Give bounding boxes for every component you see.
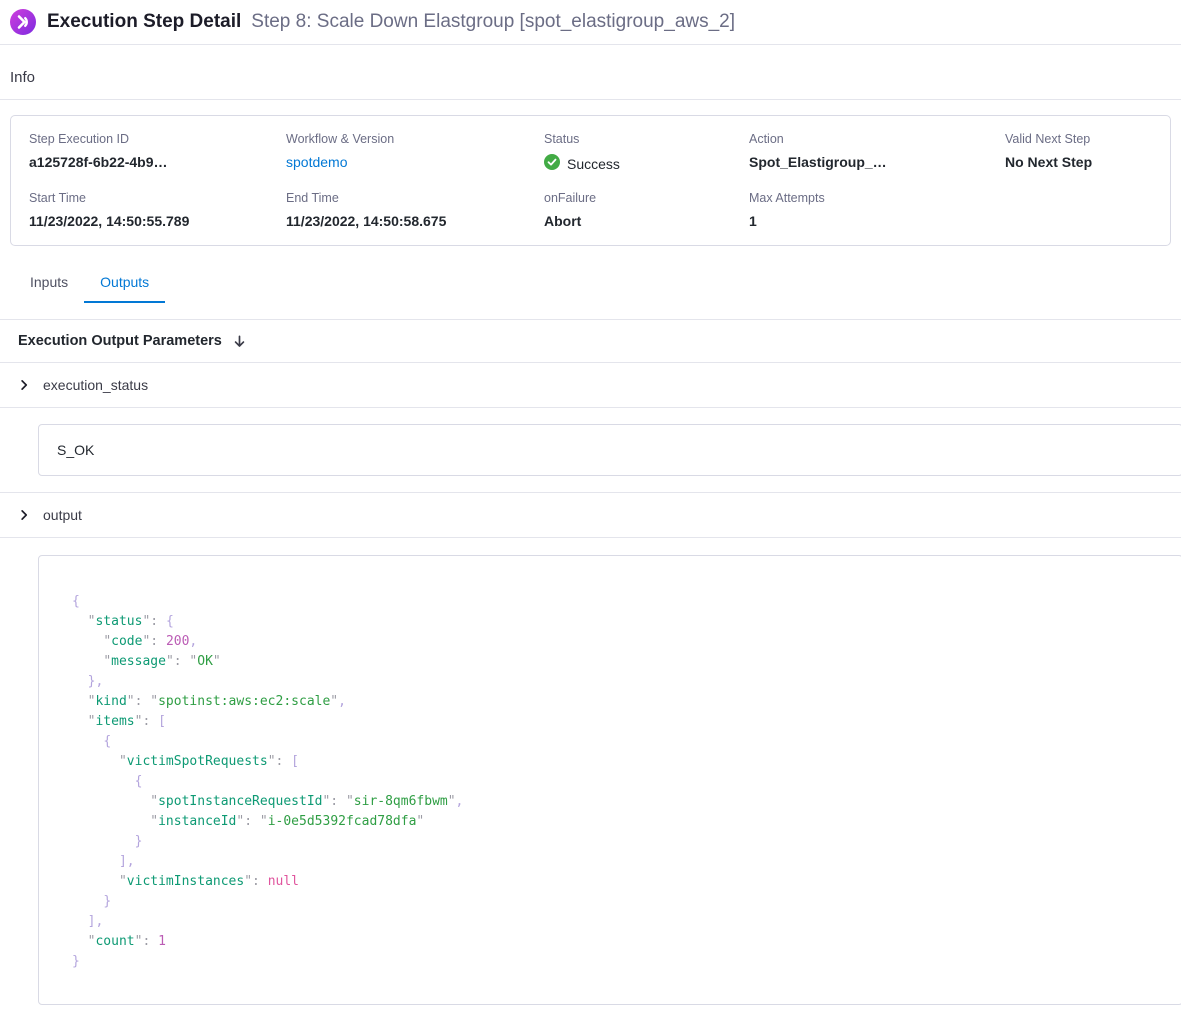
- output-parameters-header: Execution Output Parameters: [0, 320, 1181, 363]
- field-label: Valid Next Step: [1005, 132, 1152, 146]
- field-label: onFailure: [544, 191, 749, 205]
- section-execution-status[interactable]: execution_status: [0, 363, 1181, 408]
- field-status: Status Success: [544, 132, 749, 173]
- page-title: Execution Step Detail: [47, 11, 241, 33]
- status-badge: Success: [544, 154, 749, 173]
- field-start-time: Start Time 11/23/2022, 14:50:55.789: [29, 191, 286, 229]
- field-end-time: End Time 11/23/2022, 14:50:58.675: [286, 191, 544, 229]
- execution-status-value: S_OK: [57, 442, 94, 458]
- execution-status-value-box: S_OK: [38, 424, 1181, 476]
- json-code-line: ],: [72, 852, 1162, 872]
- tab-outputs[interactable]: Outputs: [84, 264, 165, 303]
- json-code-line: "items": [: [72, 712, 1162, 732]
- field-value: No Next Step: [1005, 154, 1152, 170]
- section-output[interactable]: output: [0, 493, 1181, 538]
- chevron-right-icon: [18, 509, 30, 521]
- chevron-right-icon: [18, 379, 30, 391]
- json-code-line: "instanceId": "i-0e5d5392fcad78dfa": [72, 812, 1162, 832]
- field-label: Action: [749, 132, 1005, 146]
- json-code-line: "victimInstances": null: [72, 872, 1162, 892]
- success-check-icon: [544, 154, 560, 173]
- json-code-line: "spotInstanceRequestId": "sir-8qm6fbwm",: [72, 792, 1162, 812]
- info-card: Step Execution ID a125728f-6b22-4b9… Wor…: [10, 115, 1171, 246]
- page-subtitle: Step 8: Scale Down Elastgroup [spot_elas…: [251, 11, 735, 33]
- json-code-line: "code": 200,: [72, 632, 1162, 652]
- field-value: 11/23/2022, 14:50:55.789: [29, 213, 286, 229]
- field-onfailure: onFailure Abort: [544, 191, 749, 229]
- field-label: Max Attempts: [749, 191, 1005, 205]
- section-name: execution_status: [43, 377, 148, 393]
- json-code-line: "kind": "spotinst:aws:ec2:scale",: [72, 692, 1162, 712]
- json-code-line: "victimSpotRequests": [: [72, 752, 1162, 772]
- header: Execution Step Detail Step 8: Scale Down…: [0, 0, 1181, 45]
- json-code-line: }: [72, 952, 1162, 972]
- json-code-line: {: [72, 772, 1162, 792]
- json-code-line: }: [72, 832, 1162, 852]
- json-code-line: }: [72, 892, 1162, 912]
- workflow-link[interactable]: spotdemo: [286, 154, 544, 170]
- json-code-line: {: [72, 592, 1162, 612]
- harness-logo-icon[interactable]: [10, 9, 36, 35]
- section-name: output: [43, 507, 82, 523]
- field-value: a125728f-6b22-4b9…: [29, 154, 286, 170]
- output-json: { "status": { "code": 200, "message": "O…: [38, 555, 1181, 1005]
- json-code-line: ],: [72, 912, 1162, 932]
- field-value: 1: [749, 213, 1005, 229]
- field-max-attempts: Max Attempts 1: [749, 191, 1005, 229]
- field-label: Workflow & Version: [286, 132, 544, 146]
- status-text: Success: [567, 156, 620, 172]
- io-tabs: Inputs Outputs: [0, 264, 1181, 303]
- arrow-down-icon[interactable]: [232, 334, 247, 349]
- field-value: 11/23/2022, 14:50:58.675: [286, 213, 544, 229]
- field-action: Action Spot_Elastigroup_…: [749, 132, 1005, 173]
- field-label: Start Time: [29, 191, 286, 205]
- field-label: Status: [544, 132, 749, 146]
- field-workflow-version: Workflow & Version spotdemo: [286, 132, 544, 173]
- tab-inputs[interactable]: Inputs: [14, 264, 84, 303]
- json-code-line: "count": 1: [72, 932, 1162, 952]
- field-label: End Time: [286, 191, 544, 205]
- output-parameters-title: Execution Output Parameters: [18, 333, 222, 349]
- json-code-line: "status": {: [72, 612, 1162, 632]
- field-label: Step Execution ID: [29, 132, 286, 146]
- field-value: Spot_Elastigroup_…: [749, 154, 1005, 170]
- json-code-line: {: [72, 732, 1162, 752]
- field-valid-next-step: Valid Next Step No Next Step: [1005, 132, 1152, 173]
- json-code-line: },: [72, 672, 1162, 692]
- json-code-line: "message": "OK": [72, 652, 1162, 672]
- field-value: Abort: [544, 213, 749, 229]
- info-section-label: Info: [0, 45, 1181, 100]
- field-step-execution-id: Step Execution ID a125728f-6b22-4b9…: [29, 132, 286, 173]
